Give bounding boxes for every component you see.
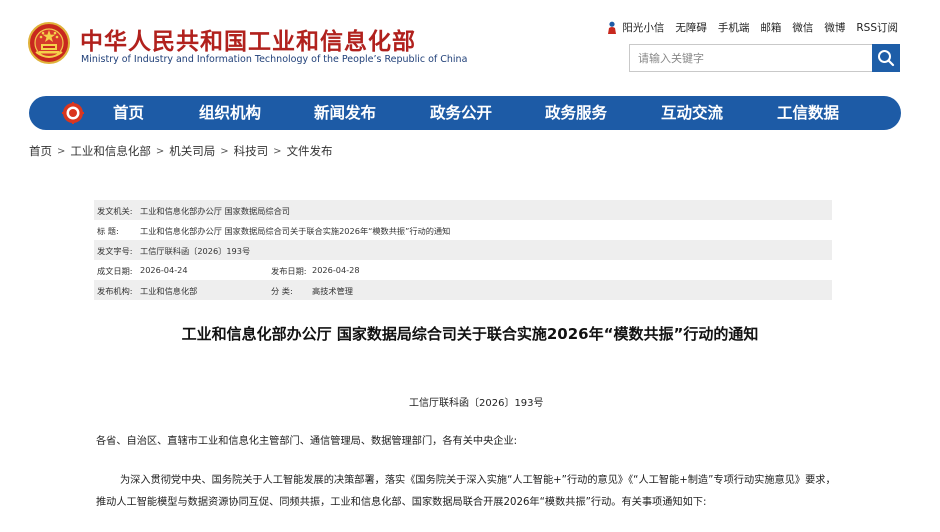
top-link-label: 阳光小信	[622, 22, 665, 34]
breadcrumb: 首页 > 工业和信息化部 > 机关司局 > 科技司 > 文件发布	[29, 143, 333, 159]
info-value: 工业和信息化部办公厅 国家数据局综合司	[140, 206, 290, 216]
nav-government-affairs[interactable]: 政务公开	[430, 96, 492, 130]
nav-data[interactable]: 工信数据	[777, 96, 839, 130]
chevron-right-icon: >	[57, 145, 66, 157]
article-title: 工业和信息化部办公厅 国家数据局综合司关于联合实施2026年“模数共振”行动的通…	[181, 325, 759, 343]
top-link-weibo[interactable]: 微博	[824, 20, 845, 35]
article-doc-number: 工信厅联科函〔2026〕193号	[409, 398, 544, 409]
top-link-sunshine[interactable]: 阳光小信	[606, 20, 664, 35]
site-title[interactable]: 中华人民共和国工业和信息化部	[80, 22, 416, 56]
nav-news[interactable]: 新闻发布	[314, 96, 376, 130]
chevron-right-icon: >	[155, 145, 165, 157]
national-emblem-icon[interactable]	[28, 22, 70, 64]
breadcrumb-home[interactable]: 首页	[29, 143, 52, 159]
info-label: 成文日期:	[97, 266, 133, 276]
info-label: 标 题:	[97, 226, 119, 236]
nav-organization[interactable]: 组织机构	[199, 96, 261, 130]
info-row-publisher: 发布机构: 工业和信息化部 分 类: 高技术管理	[94, 280, 832, 300]
info-value: 工业和信息化部办公厅 国家数据局综合司关于联合实施2026年“模数共振”行动的通…	[140, 226, 451, 236]
site-header: 中华人民共和国工业和信息化部 Ministry of Industry and …	[0, 0, 940, 92]
breadcrumb-departments[interactable]: 机关司局	[169, 143, 215, 159]
breadcrumb-documents[interactable]: 文件发布	[287, 143, 333, 159]
nav-government-services[interactable]: 政务服务	[545, 96, 607, 130]
chevron-right-icon: >	[220, 145, 229, 157]
search-icon	[878, 50, 895, 67]
info-row-title: 标 题: 工业和信息化部办公厅 国家数据局综合司关于联合实施2026年“模数共振…	[94, 220, 832, 240]
person-icon	[608, 21, 617, 34]
info-label: 发布日期:	[271, 266, 307, 276]
info-label: 发布机构:	[97, 286, 133, 296]
search-input[interactable]	[630, 45, 872, 71]
info-label: 发文机关:	[97, 206, 133, 216]
site-subtitle: Ministry of Industry and Information Tec…	[81, 54, 468, 65]
document-info-table: 发文机关: 工业和信息化部办公厅 国家数据局综合司 标 题: 工业和信息化部办公…	[94, 200, 832, 300]
breadcrumb-ministry[interactable]: 工业和信息化部	[70, 143, 151, 159]
top-link-mobile[interactable]: 手机端	[718, 20, 750, 35]
top-link-rss[interactable]: RSS订阅	[856, 20, 898, 35]
breadcrumb-tech-dept[interactable]: 科技司	[234, 143, 269, 159]
article-paragraph: 为深入贯彻党中央、国务院关于人工智能发展的决策部署，落实《国务院关于深入实施“人…	[96, 475, 836, 508]
info-row-doc-number: 发文字号: 工信厅联科函〔2026〕193号	[94, 240, 832, 260]
info-value: 高技术管理	[312, 286, 353, 296]
info-label: 分 类:	[271, 286, 293, 296]
top-links: 阳光小信 无障碍 手机端 邮箱 微信 微博 RSS订阅	[595, 20, 898, 35]
info-value: 2026-04-28	[312, 265, 360, 275]
top-link-wechat[interactable]: 微信	[792, 20, 813, 35]
info-label: 发文字号:	[97, 246, 133, 256]
article-salutation: 各省、自治区、直辖市工业和信息化主管部门、通信管理局、数据管理部门，各有关中央企…	[96, 436, 518, 447]
top-link-mailbox[interactable]: 邮箱	[760, 20, 781, 35]
top-link-accessibility[interactable]: 无障碍	[675, 20, 707, 35]
info-row-issuer: 发文机关: 工业和信息化部办公厅 国家数据局综合司	[94, 200, 832, 220]
search-box	[629, 44, 872, 72]
info-value: 2026-04-24	[140, 265, 188, 275]
search-button[interactable]	[872, 44, 900, 72]
nav-interaction[interactable]: 互动交流	[661, 96, 723, 130]
nav-home[interactable]: 首页	[113, 96, 144, 130]
info-value: 工业和信息化部	[140, 286, 198, 296]
info-row-dates: 成文日期: 2026-04-24 发布日期: 2026-04-28	[94, 260, 832, 280]
main-nav: 首页 组织机构 新闻发布 政务公开 政务服务 互动交流 工信数据	[29, 96, 901, 130]
miit-logo-icon[interactable]	[62, 102, 84, 124]
chevron-right-icon: >	[273, 145, 282, 157]
info-value: 工信厅联科函〔2026〕193号	[140, 246, 251, 256]
